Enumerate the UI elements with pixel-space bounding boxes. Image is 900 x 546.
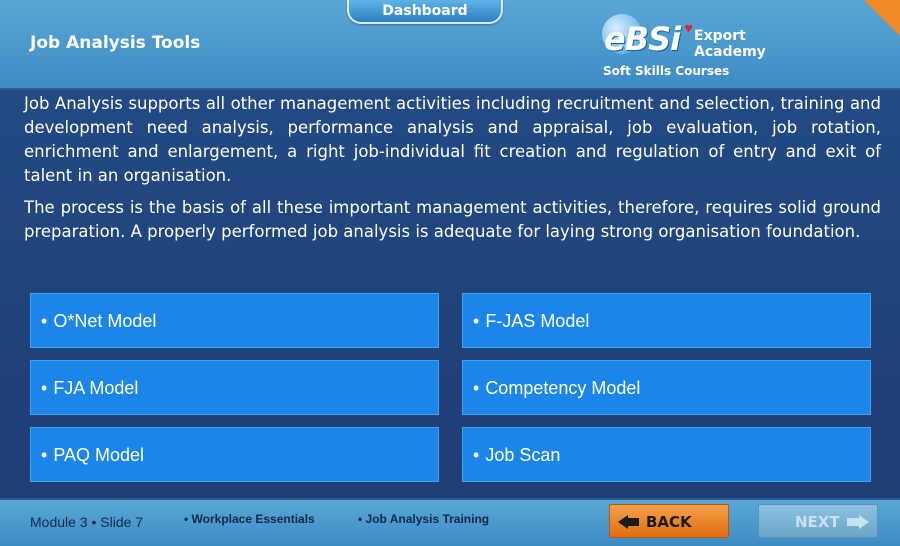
model-label: O*Net Model xyxy=(53,311,157,331)
model-button-jobscan[interactable]: • Job Scan xyxy=(462,427,871,482)
model-button-onet[interactable]: • O*Net Model xyxy=(30,293,439,348)
bullet: • xyxy=(41,311,48,331)
bullet: • xyxy=(473,378,480,398)
page-title: Job Analysis Tools xyxy=(30,33,201,53)
dashboard-button[interactable]: Dashboard xyxy=(347,0,503,24)
model-button-fja[interactable]: • FJA Model xyxy=(30,360,439,415)
model-button-competency[interactable]: • Competency Model xyxy=(462,360,871,415)
model-label: PAQ Model xyxy=(53,445,145,465)
model-label: Competency Model xyxy=(485,378,641,398)
breadcrumb-job-analysis: • Job Analysis Training xyxy=(358,512,490,526)
bullet: • xyxy=(473,445,480,465)
model-label: Job Scan xyxy=(485,445,561,465)
model-label: FJA Model xyxy=(53,378,139,398)
paragraph: Job Analysis supports all other manageme… xyxy=(24,94,881,185)
paragraph: The process is the basis of all these im… xyxy=(24,198,881,241)
next-arrow-tail xyxy=(847,518,859,526)
bullet: • xyxy=(473,311,480,331)
bullet: • xyxy=(41,378,48,398)
logo-line2: Academy xyxy=(694,44,766,60)
model-button-fjas[interactable]: • F-JAS Model xyxy=(462,293,871,348)
next-arrow-icon xyxy=(859,515,869,529)
logo-brand: eBSi xyxy=(604,20,681,58)
logo-name: Export Academy xyxy=(694,28,766,60)
logo: eBSi ♥ Export Academy Soft Skills Course… xyxy=(600,12,780,82)
bullet: • xyxy=(41,445,48,465)
heart-icon: ♥ xyxy=(684,24,693,35)
logo-line1: Export xyxy=(694,28,746,44)
model-label: F-JAS Model xyxy=(485,311,590,331)
content-text: Job Analysis supports all other manageme… xyxy=(24,92,881,252)
back-arrow-tail xyxy=(627,518,639,526)
back-label: BACK xyxy=(646,513,692,531)
breadcrumb-workplace: • Workplace Essentials xyxy=(184,512,315,526)
back-button[interactable]: BACK xyxy=(609,504,729,538)
module-indicator: Module 3 • Slide 7 xyxy=(30,514,144,530)
model-button-paq[interactable]: • PAQ Model xyxy=(30,427,439,482)
next-label: NEXT xyxy=(795,513,840,531)
logo-tagline: Soft Skills Courses xyxy=(603,64,730,78)
next-button[interactable]: NEXT xyxy=(758,504,878,538)
corner-fold xyxy=(864,0,900,36)
